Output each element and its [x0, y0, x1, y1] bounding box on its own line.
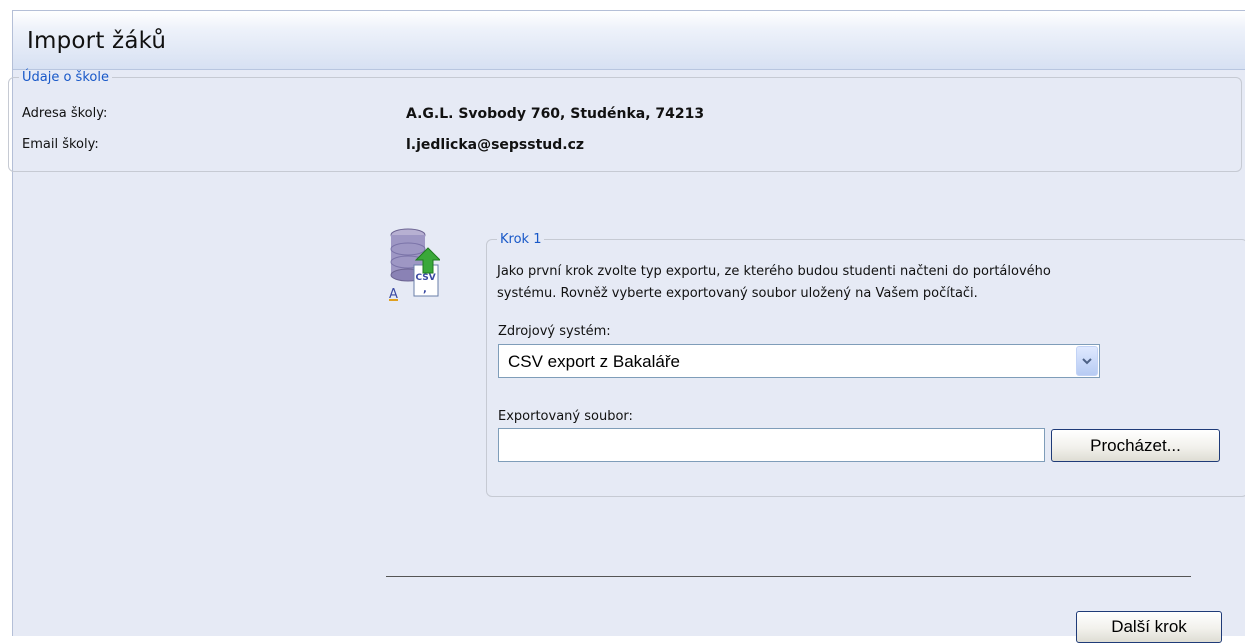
browse-button[interactable]: Procházet... — [1051, 429, 1220, 462]
source-system-label: Zdrojový systém: — [498, 324, 611, 339]
svg-text:,: , — [423, 284, 427, 295]
school-info-legend: Údaje o škole — [22, 70, 109, 85]
email-value: l.jedlicka@sepsstud.cz — [406, 137, 585, 153]
chevron-down-icon — [1082, 358, 1092, 365]
address-value: A.G.L. Svobody 760, Studénka, 74213 — [406, 106, 705, 122]
email-label: Email školy: — [22, 137, 99, 152]
step-instructions-line-2: systému. Rovněž vyberte exportovaný soub… — [497, 286, 978, 301]
csv-badge-text: CSV — [416, 273, 436, 283]
page-title: Import žáků — [27, 28, 167, 54]
step-1-legend: Krok 1 — [500, 232, 542, 247]
exported-file-input[interactable] — [498, 428, 1045, 462]
page-header: Import žáků — [13, 11, 1245, 70]
separator-line — [386, 576, 1191, 577]
exported-file-label: Exportovaný soubor: — [498, 409, 633, 424]
source-system-value: CSV export z Bakaláře — [508, 352, 680, 371]
dropdown-button[interactable] — [1076, 346, 1098, 376]
step-instructions: Jako první krok zvolte typ exportu, ze k… — [497, 261, 1217, 305]
source-system-select[interactable]: CSV export z Bakaláře — [498, 344, 1100, 378]
address-label: Adresa školy: — [22, 106, 108, 121]
step-instructions-line-1: Jako první krok zvolte typ exportu, ze k… — [497, 264, 1051, 279]
csv-database-import-icon: CSV , A — [389, 228, 440, 302]
next-step-button[interactable]: Další krok — [1076, 611, 1222, 643]
